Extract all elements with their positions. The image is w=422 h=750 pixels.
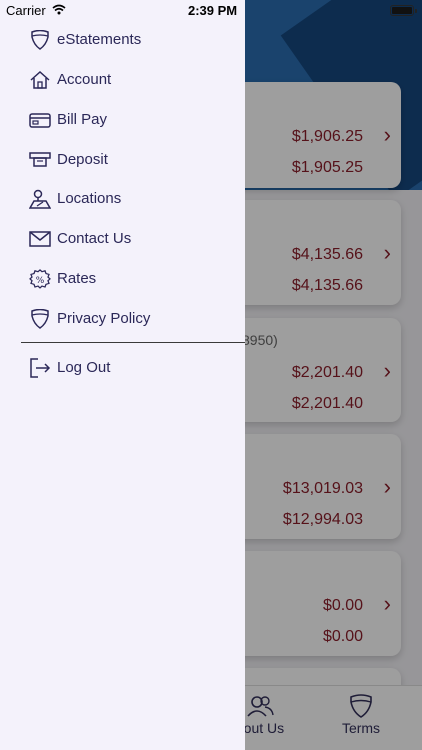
carrier-label: Carrier: [6, 3, 46, 18]
percent-icon: %: [29, 269, 51, 289]
menu-label: Account: [57, 71, 112, 88]
menu-item-log-out[interactable]: Log Out: [0, 349, 245, 387]
menu-item-account[interactable]: Account: [0, 61, 245, 99]
menu-label: eStatements: [57, 31, 142, 48]
menu-item-deposit[interactable]: Deposit: [0, 141, 245, 179]
menu-label: Bill Pay: [57, 111, 108, 128]
envelope-icon: [29, 231, 51, 247]
battery-icon: [390, 5, 417, 16]
side-drawer: eStatements Account Bill Pay Deposit Loc…: [0, 0, 245, 750]
menu-label: Locations: [57, 190, 122, 207]
menu-label: Deposit: [57, 151, 108, 168]
svg-text:%: %: [36, 276, 45, 286]
home-icon: [30, 70, 50, 89]
clock: 2:39 PM: [188, 3, 238, 18]
menu-item-bill-pay[interactable]: Bill Pay: [0, 101, 245, 139]
wifi-icon: [52, 4, 66, 15]
deposit-icon: [29, 152, 51, 167]
map-pin-icon: [29, 189, 51, 209]
menu-item-rates[interactable]: % Rates: [0, 260, 245, 298]
menu-label: Contact Us: [57, 230, 132, 247]
menu-label: Privacy Policy: [57, 310, 151, 327]
status-bar: Carrier 2:39 PM: [0, 0, 422, 22]
menu-item-contact-us[interactable]: Contact Us: [0, 220, 245, 258]
menu-label: Log Out: [57, 359, 111, 376]
shield-icon: [31, 30, 49, 50]
menu-item-privacy-policy[interactable]: Privacy Policy: [0, 300, 245, 338]
menu-divider: [21, 342, 245, 343]
menu-item-locations[interactable]: Locations: [0, 180, 245, 218]
menu-label: Rates: [57, 270, 97, 287]
card-icon: [29, 113, 51, 128]
logout-icon: [30, 358, 51, 378]
menu-item-estatements[interactable]: eStatements: [0, 21, 245, 59]
shield-icon: [31, 309, 49, 329]
